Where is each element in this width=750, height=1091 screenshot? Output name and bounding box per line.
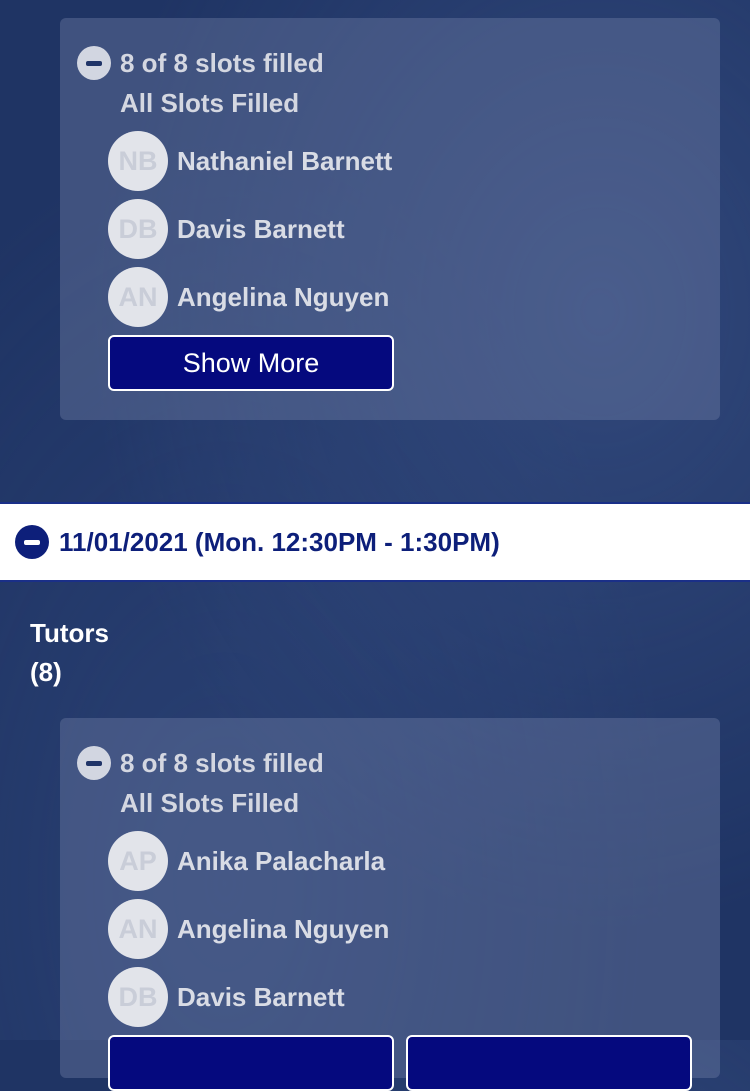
action-button[interactable] — [108, 1035, 394, 1091]
slots-toggle[interactable]: 8 of 8 slots filled — [77, 746, 324, 780]
slots-count: 8 of 8 slots filled — [120, 47, 324, 78]
avatar: AN — [108, 267, 168, 327]
person-name: Nathaniel Barnett — [177, 145, 393, 176]
person-name: Davis Barnett — [177, 981, 345, 1012]
list-item[interactable]: DB Davis Barnett — [108, 199, 345, 259]
slots-status: All Slots Filled — [120, 788, 300, 818]
tutors-count: (8) — [30, 657, 62, 687]
list-item[interactable]: AP Anika Palacharla — [108, 831, 385, 891]
session-date-header[interactable]: 11/01/2021 (Mon. 12:30PM - 1:30PM) — [0, 502, 750, 582]
person-name: Anika Palacharla — [177, 845, 386, 876]
slots-status: All Slots Filled — [120, 88, 300, 118]
avatar: AP — [108, 831, 168, 891]
session-date: 11/01/2021 (Mon. 12:30PM - 1:30PM) — [59, 526, 500, 557]
action-button[interactable] — [406, 1035, 692, 1091]
avatar: AN — [108, 899, 168, 959]
avatar: DB — [108, 199, 168, 259]
person-name: Angelina Nguyen — [177, 913, 390, 944]
person-name: Davis Barnett — [177, 213, 345, 244]
collapse-minus-icon[interactable] — [77, 746, 111, 780]
person-name: Angelina Nguyen — [177, 281, 390, 312]
tutors-label: Tutors — [30, 618, 109, 648]
list-item[interactable]: AN Angelina Nguyen — [108, 267, 389, 327]
collapse-minus-icon[interactable] — [77, 46, 111, 80]
collapse-minus-icon[interactable] — [15, 525, 49, 559]
list-item[interactable]: AN Angelina Nguyen — [108, 899, 389, 959]
avatar: DB — [108, 967, 168, 1027]
tutors-heading: Tutors (8) — [30, 614, 109, 692]
slots-card: 8 of 8 slots filled All Slots Filled NB … — [60, 18, 720, 420]
list-item[interactable]: DB Davis Barnett — [108, 967, 345, 1027]
show-more-button[interactable]: Show More — [108, 335, 394, 391]
slots-count: 8 of 8 slots filled — [120, 747, 324, 778]
list-item[interactable]: NB Nathaniel Barnett — [108, 131, 392, 191]
slots-toggle[interactable]: 8 of 8 slots filled — [77, 46, 324, 80]
avatar: NB — [108, 131, 168, 191]
slots-card: 8 of 8 slots filled All Slots Filled AP … — [60, 718, 720, 1091]
